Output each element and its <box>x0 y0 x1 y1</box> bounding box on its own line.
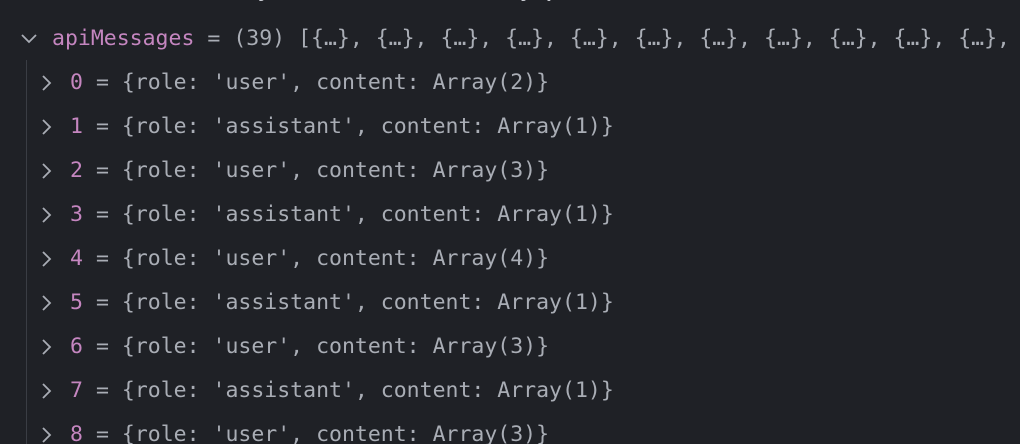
message-index: 4 <box>70 246 83 271</box>
chevron-right-icon[interactable] <box>36 72 58 94</box>
message-value: {role: 'assistant', content: Array(1)} <box>121 114 614 139</box>
message-index: 0 <box>70 70 83 95</box>
list-item[interactable]: 5 = {role: 'assistant', content: Array(1)} <box>36 288 614 318</box>
list-item[interactable]: 1 = {role: 'assistant', content: Array(1)} <box>36 112 614 142</box>
chevron-down-icon[interactable] <box>18 28 40 50</box>
chevron-right-icon[interactable] <box>36 160 58 182</box>
equals-sign: = <box>95 158 109 183</box>
list-item[interactable]: 4 = {role: 'user', content: Array(4)} <box>36 244 549 274</box>
chevron-right-icon[interactable] <box>36 204 58 226</box>
chevron-right-icon[interactable] <box>36 336 58 358</box>
message-index: 5 <box>70 290 83 315</box>
message-value: {role: 'user', content: Array(4)} <box>121 246 550 271</box>
equals-sign: = <box>95 290 109 315</box>
message-value: {role: 'user', content: Array(3)} <box>121 334 550 359</box>
equals-sign: = <box>95 422 109 444</box>
chevron-right-icon[interactable] <box>36 248 58 270</box>
message-index: 8 <box>70 422 83 444</box>
equals-sign: = <box>95 114 109 139</box>
chevron-right-icon[interactable] <box>36 116 58 138</box>
variable-preview: (39) [{…}, {…}, {…}, {…}, {…}, {…}, {…},… <box>233 26 1020 51</box>
message-index: 2 <box>70 158 83 183</box>
list-item[interactable]: 2 = {role: 'user', content: Array(3)} <box>36 156 549 186</box>
list-item[interactable]: 0 = {role: 'user', content: Array(2)} <box>36 68 549 98</box>
tree-indent-guide <box>26 60 27 444</box>
message-value: {role: 'assistant', content: Array(1)} <box>121 378 614 403</box>
equals-sign: = <box>95 334 109 359</box>
list-item[interactable]: 7 = {role: 'assistant', content: Array(1)} <box>36 376 614 406</box>
message-value: {role: 'assistant', content: Array(1)} <box>121 202 614 227</box>
clipped-scope-header: Local: ...?AndPotentiallySaveNeededConte… <box>36 0 936 10</box>
message-index: 7 <box>70 378 83 403</box>
message-value: {role: 'user', content: Array(2)} <box>121 70 550 95</box>
chevron-right-icon[interactable] <box>36 292 58 314</box>
equals-sign: = <box>95 378 109 403</box>
list-item[interactable]: 6 = {role: 'user', content: Array(3)} <box>36 332 549 362</box>
message-value: {role: 'assistant', content: Array(1)} <box>121 290 614 315</box>
chevron-right-icon[interactable] <box>36 380 58 402</box>
list-item[interactable]: 8 = {role: 'user', content: Array(3)} <box>36 420 549 444</box>
message-value: {role: 'user', content: Array(3)} <box>121 158 550 183</box>
equals-sign: = <box>95 246 109 271</box>
chevron-right-icon[interactable] <box>36 424 58 444</box>
message-value: {role: 'user', content: Array(3)} <box>121 422 550 444</box>
equals-sign: = <box>207 26 221 51</box>
variable-name: apiMessages <box>52 26 195 51</box>
equals-sign: = <box>95 202 109 227</box>
equals-sign: = <box>95 70 109 95</box>
message-index: 6 <box>70 334 83 359</box>
list-item[interactable]: 3 = {role: 'assistant', content: Array(1)} <box>36 200 614 230</box>
message-index: 3 <box>70 202 83 227</box>
variable-row-apimessages[interactable]: apiMessages = (39) [{…}, {…}, {…}, {…}, … <box>18 24 1020 54</box>
message-index: 1 <box>70 114 83 139</box>
